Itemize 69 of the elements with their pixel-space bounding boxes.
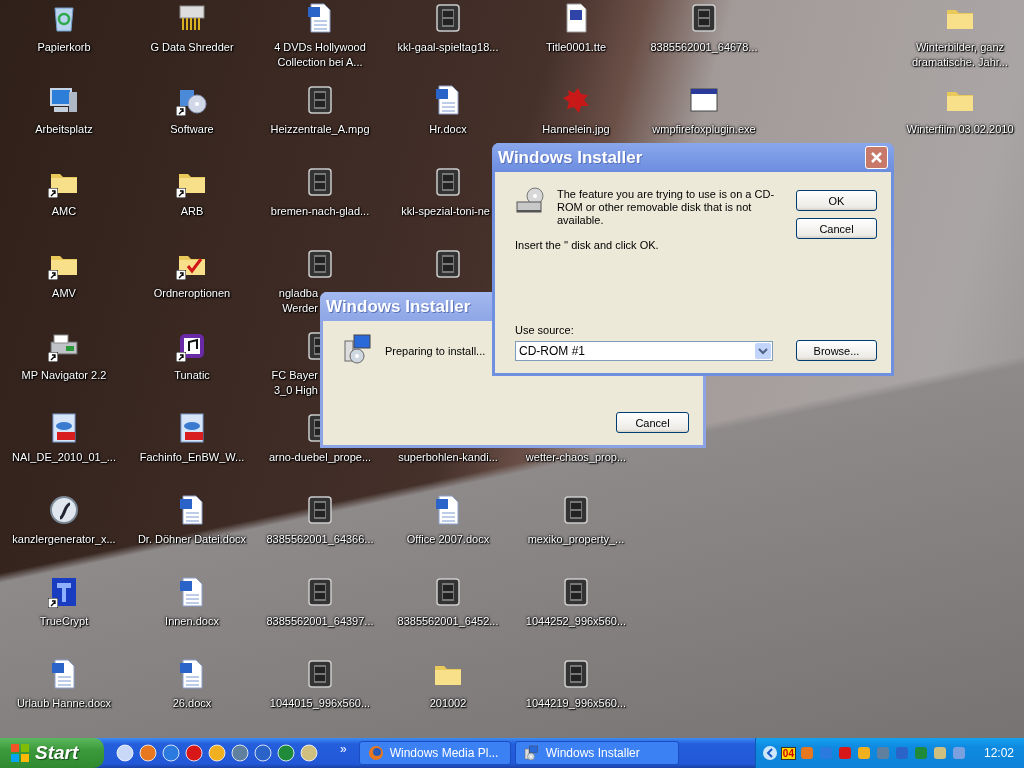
icon-label[interactable]: Urlaub Hanne.docx (2, 696, 126, 711)
icon-label[interactable]: Arbeitsplatz (2, 122, 126, 137)
field-label: Use source: (515, 324, 575, 337)
icon-label[interactable]: superbohlen-kandi... (386, 450, 510, 465)
quick-launch-icon[interactable] (300, 744, 318, 762)
icon-label[interactable]: Papierkorb (2, 40, 126, 55)
icon-label[interactable]: Hr.docx (386, 122, 510, 137)
quick-launch-icon[interactable] (254, 744, 272, 762)
icon-label[interactable]: 8385562001_64678... (642, 40, 766, 55)
icon-label[interactable]: AMC (2, 204, 126, 219)
icon-label[interactable]: NAI_DE_2010_01_... (2, 450, 126, 465)
windows-flag-icon (10, 743, 30, 763)
quick-launch-icon[interactable] (185, 744, 203, 762)
icon-label[interactable]: Fachinfo_EnBW_W... (130, 450, 254, 465)
icon-label[interactable]: ngladba Werder (260, 286, 318, 316)
clock: 12:02 (983, 746, 1014, 760)
source-dropdown[interactable]: CD-ROM #1 (515, 340, 773, 361)
icon-label[interactable]: arno-duebel_prope... (258, 450, 382, 465)
icon-label[interactable]: Heizzentrale_A.mpg (258, 122, 382, 137)
icon-label[interactable]: wetter-chaos_prop... (514, 450, 638, 465)
icon-label[interactable]: FC Bayer 3_0 High (260, 368, 318, 398)
icon-label[interactable]: 8385562001_6452... (386, 614, 510, 629)
cancel-button[interactable]: Cancel (796, 218, 877, 239)
taskbar-button[interactable]: Windows Media Pl... (358, 741, 511, 765)
icon-label[interactable]: 1044015_996x560... (258, 696, 382, 711)
icon-label[interactable]: Innen.docx (130, 614, 254, 629)
icon-label[interactable]: MP Navigator 2.2 (2, 368, 126, 383)
quick-launch-icon[interactable] (208, 744, 226, 762)
icon-label[interactable]: ARB (130, 204, 254, 219)
cancel-button[interactable]: Cancel (616, 412, 689, 433)
icon-label[interactable]: Ordneroptionen (130, 286, 254, 301)
taskbar-button[interactable]: Windows Installer (514, 741, 679, 765)
icon-label[interactable]: 8385562001_64397... (258, 614, 382, 629)
icon-label[interactable]: 4 DVDs Hollywood Collection bei A... (258, 40, 382, 70)
icon-label[interactable]: bremen-nach-glad... (258, 204, 382, 219)
icon-label[interactable]: Software (130, 122, 254, 137)
icon-label[interactable]: kanzlergenerator_x... (2, 532, 126, 547)
icon-label[interactable]: Tunatic (130, 368, 254, 383)
icon-label[interactable]: G Data Shredder (130, 40, 254, 55)
icon-label[interactable]: 1044219_996x560... (514, 696, 638, 711)
icon-label[interactable]: Hannelein.jpg (514, 122, 638, 137)
icon-label[interactable]: AMV (2, 286, 126, 301)
close-icon (870, 151, 883, 164)
icon-label[interactable]: kkl-gaal-spieltag18... (386, 40, 510, 55)
quick-launch-icon[interactable] (231, 744, 249, 762)
icon-label[interactable]: 201002 (386, 696, 510, 711)
browse-button[interactable]: Browse... (796, 340, 877, 361)
overflow-chevron[interactable]: » (340, 742, 347, 756)
icon-label[interactable]: Dr. Döhner Datei.docx (130, 532, 254, 547)
window-title: Windows Installer (498, 147, 644, 168)
icon-label[interactable]: 26.docx (130, 696, 254, 711)
window-title: Windows Installer (326, 296, 472, 317)
quick-launch-icon[interactable] (162, 744, 180, 762)
start-button[interactable]: Start (0, 738, 104, 768)
installer-icon (523, 745, 540, 761)
icon-label[interactable]: 1044252_996x560... (514, 614, 638, 629)
close-button[interactable] (865, 146, 888, 169)
quick-launch-icon[interactable] (139, 744, 157, 762)
icon-label[interactable]: Title0001.tte (514, 40, 638, 55)
quick-launch-icon[interactable] (277, 744, 295, 762)
message-text: The feature you are trying to use is on a CD-ROM or other removable disk that is not available. (557, 188, 776, 227)
icon-label[interactable]: kkl-spezial-toni-ne (386, 204, 490, 219)
ok-button[interactable]: OK (796, 190, 877, 211)
calendar-icon[interactable]: 04 (780, 746, 796, 760)
browser-icon (367, 745, 384, 761)
disk-drive-icon (515, 184, 547, 216)
instruction-text: Insert the '' disk and click OK. (515, 239, 660, 252)
status-text: Preparing to install... (385, 345, 486, 358)
quick-launch-icon[interactable] (116, 744, 134, 762)
